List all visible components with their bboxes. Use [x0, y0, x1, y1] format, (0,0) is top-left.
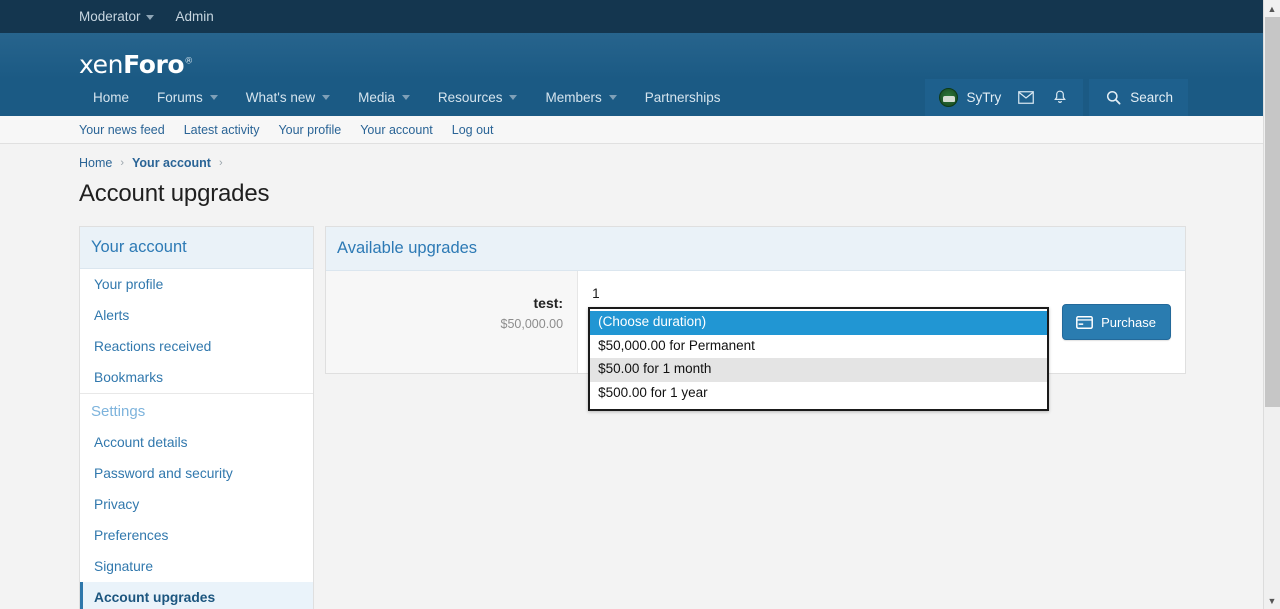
breadcrumb-separator-icon: › — [219, 157, 223, 169]
sidebar-item-account-details[interactable]: Account details — [80, 427, 313, 458]
nav-item-resources[interactable]: Resources — [424, 79, 532, 116]
duration-option-1-month[interactable]: $50.00 for 1 month — [590, 358, 1047, 382]
header-user-area: SyTry — [925, 79, 1188, 116]
chevron-down-icon — [609, 95, 617, 100]
duration-select-stack: 1 (Choose duration) $50,000.00 for Perma… — [586, 285, 1049, 307]
nav-item-partnerships[interactable]: Partnerships — [631, 79, 735, 116]
nav-item-members[interactable]: Members — [531, 79, 630, 116]
logo-registered-mark: ® — [184, 56, 193, 66]
duration-option-choose[interactable]: (Choose duration) — [590, 311, 1047, 335]
upgrade-info: test: $50,000.00 — [326, 271, 578, 373]
nav-item-forums-label: Forums — [157, 91, 203, 105]
breadcrumb: Home › Your account › — [0, 144, 1280, 170]
upgrade-row: test: $50,000.00 1 (Choose duration) $50… — [326, 271, 1185, 373]
nav-item-media[interactable]: Media — [344, 79, 424, 116]
nav-item-partnerships-label: Partnerships — [645, 91, 721, 105]
mod-bar-item-moderator[interactable]: Moderator — [79, 10, 154, 24]
page-title: Account upgrades — [0, 170, 1280, 208]
sidebar-item-reactions-received[interactable]: Reactions received — [80, 331, 313, 362]
nav-item-members-label: Members — [545, 91, 601, 105]
logo-part-foro: Foro — [123, 50, 184, 79]
scroll-down-arrow-icon[interactable]: ▼ — [1264, 592, 1280, 609]
duration-option-1-year[interactable]: $500.00 for 1 year — [590, 382, 1047, 406]
site-logo[interactable]: xenForo® — [79, 47, 193, 81]
search-icon — [1104, 89, 1122, 107]
subnav-item-log-out[interactable]: Log out — [452, 123, 494, 137]
nav-item-resources-label: Resources — [438, 91, 503, 105]
header-account-cluster: SyTry — [925, 79, 1083, 116]
sidebar-group-settings: Settings — [80, 393, 313, 427]
purchase-button[interactable]: Purchase — [1062, 304, 1171, 340]
search-button[interactable]: Search — [1089, 79, 1188, 116]
sidebar-item-preferences[interactable]: Preferences — [80, 520, 313, 551]
avatar — [939, 88, 958, 107]
mod-bar-item-admin[interactable]: Admin — [176, 10, 214, 24]
purchase-button-label: Purchase — [1101, 315, 1156, 330]
chevron-down-icon — [509, 95, 517, 100]
mod-bar-item-moderator-label: Moderator — [79, 10, 141, 24]
site-header: xenForo® Home Forums What's new Media Re… — [0, 33, 1280, 116]
inbox-icon[interactable] — [1017, 89, 1035, 107]
panel-heading: Available upgrades — [326, 227, 1185, 271]
bell-icon[interactable] — [1051, 89, 1069, 107]
sidebar-item-signature[interactable]: Signature — [80, 551, 313, 582]
chevron-down-icon — [322, 95, 330, 100]
chevron-down-icon — [402, 95, 410, 100]
upgrade-controls: 1 (Choose duration) $50,000.00 for Perma… — [578, 271, 1185, 373]
mod-bar-item-admin-label: Admin — [176, 10, 214, 24]
duration-select-dropdown[interactable]: (Choose duration) $50,000.00 for Permane… — [588, 307, 1049, 411]
upgrade-price: $50,000.00 — [340, 317, 563, 331]
user-menu-button[interactable]: SyTry — [939, 88, 1001, 107]
account-sidebar: Your account Your profile Alerts Reactio… — [79, 226, 314, 609]
account-subnav: Your news feed Latest activity Your prof… — [0, 116, 1280, 144]
nav-item-home-label: Home — [93, 91, 129, 105]
sidebar-item-privacy[interactable]: Privacy — [80, 489, 313, 520]
nav-item-whats-new[interactable]: What's new — [232, 79, 344, 116]
browser-viewport: Moderator Admin xenForo® Home Forums Wha… — [0, 0, 1280, 609]
chevron-down-icon — [210, 95, 218, 100]
nav-item-whats-new-label: What's new — [246, 91, 315, 105]
breadcrumb-your-account[interactable]: Your account — [132, 156, 211, 170]
sidebar-heading: Your account — [80, 227, 313, 269]
nav-item-home[interactable]: Home — [79, 79, 143, 116]
site-logo-text: xenForo® — [79, 50, 193, 79]
breadcrumb-separator-icon: › — [120, 157, 124, 169]
sidebar-item-password-and-security[interactable]: Password and security — [80, 458, 313, 489]
page-scrollbar[interactable]: ▲ ▼ — [1263, 0, 1280, 609]
subnav-item-your-news-feed[interactable]: Your news feed — [79, 123, 165, 137]
quantity-value: 1 — [586, 285, 1049, 307]
subnav-item-your-profile[interactable]: Your profile — [278, 123, 341, 137]
content-area: Your account Your profile Alerts Reactio… — [0, 208, 1280, 609]
subnav-item-your-account[interactable]: Your account — [360, 123, 433, 137]
logo-part-xen: xen — [79, 50, 123, 79]
nav-item-forums[interactable]: Forums — [143, 79, 232, 116]
username-label: SyTry — [966, 91, 1001, 105]
sidebar-item-account-upgrades[interactable]: Account upgrades — [80, 582, 313, 609]
nav-item-media-label: Media — [358, 91, 395, 105]
sidebar-item-bookmarks[interactable]: Bookmarks — [80, 362, 313, 393]
sidebar-item-your-profile[interactable]: Your profile — [80, 269, 313, 300]
upgrade-title: test: — [340, 294, 563, 314]
search-button-label: Search — [1130, 91, 1173, 105]
scroll-up-arrow-icon[interactable]: ▲ — [1264, 0, 1280, 17]
available-upgrades-panel: Available upgrades test: $50,000.00 1 (C… — [325, 226, 1186, 374]
moderator-bar: Moderator Admin — [0, 0, 1280, 33]
duration-option-permanent[interactable]: $50,000.00 for Permanent — [590, 335, 1047, 359]
breadcrumb-home[interactable]: Home — [79, 156, 112, 170]
chevron-down-icon — [146, 15, 154, 20]
sidebar-item-alerts[interactable]: Alerts — [80, 300, 313, 331]
subnav-item-latest-activity[interactable]: Latest activity — [184, 123, 260, 137]
scrollbar-thumb[interactable] — [1265, 17, 1280, 407]
credit-card-icon — [1075, 313, 1093, 331]
